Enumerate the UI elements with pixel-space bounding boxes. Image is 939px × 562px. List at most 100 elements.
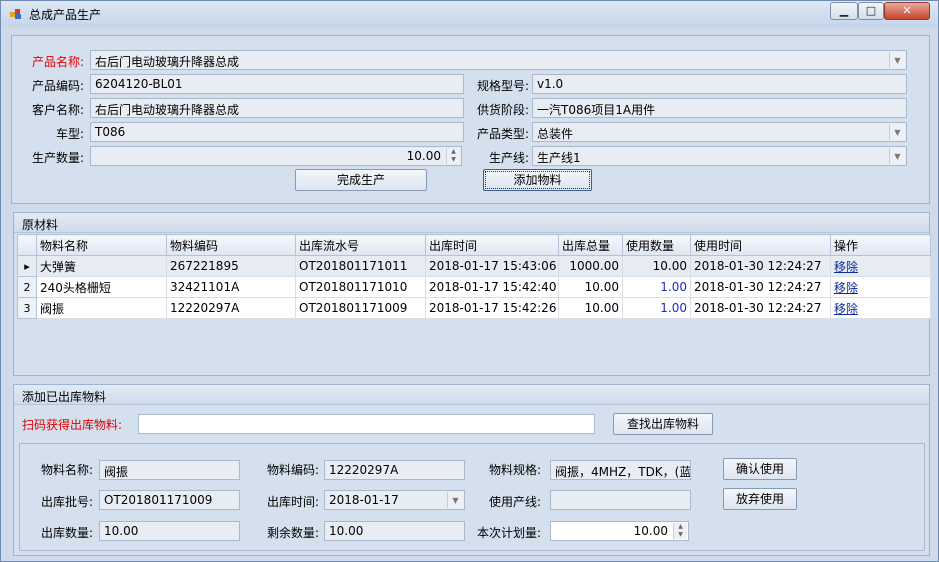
- row-marker: ▸: [17, 255, 37, 277]
- use-line-field[interactable]: [550, 490, 691, 510]
- cell-serial[interactable]: OT201801171010: [295, 276, 426, 298]
- mat-spec-field[interactable]: 阀振，4MHZ，TDK，(蓝: [550, 460, 691, 480]
- table-row[interactable]: 2 240头格栅短 32421101A OT201801171010 2018-…: [17, 276, 931, 298]
- chevron-down-icon[interactable]: ▼: [889, 52, 905, 68]
- out-qty-field[interactable]: 10.00: [99, 521, 240, 541]
- mat-name-label: 物料名称:: [40, 463, 93, 477]
- column-header[interactable]: 物料编码: [166, 234, 296, 256]
- out-time-label: 出库时间:: [266, 495, 319, 509]
- cell-use-time[interactable]: 2018-01-30 12:24:27: [690, 255, 831, 277]
- materials-header: 原材料: [14, 213, 929, 233]
- customer-field[interactable]: 右后门电动玻璃升降器总成: [90, 98, 464, 118]
- product-type-select[interactable]: 总装件 ▼: [532, 122, 907, 142]
- cell-total[interactable]: 1000.00: [558, 255, 623, 277]
- cell-name[interactable]: 大弹簧: [36, 255, 167, 277]
- close-button[interactable]: ✕: [884, 2, 930, 20]
- app-icon: [10, 9, 21, 19]
- spec-field[interactable]: v1.0: [532, 74, 907, 94]
- minimize-button[interactable]: ▁: [830, 2, 858, 20]
- cell-action: 移除: [830, 255, 931, 277]
- remove-link[interactable]: 移除: [834, 260, 858, 274]
- remain-field[interactable]: 10.00: [324, 521, 465, 541]
- cell-serial[interactable]: OT201801171011: [295, 255, 426, 277]
- mat-name-field[interactable]: 阀振: [99, 460, 240, 480]
- plan-value: 10.00: [633, 524, 668, 538]
- plan-stepper[interactable]: 10.00 ▲ ▼: [550, 521, 689, 541]
- column-header[interactable]: 出库时间: [425, 234, 559, 256]
- cell-total[interactable]: 10.00: [558, 297, 623, 319]
- cell-name[interactable]: 阀振: [36, 297, 167, 319]
- materials-panel: 原材料 物料名称 物料编码 出库流水号 出库时间 出库总量 使用数量 使用时间 …: [13, 212, 931, 376]
- out-time-picker[interactable]: 2018-01-17 ▼: [324, 490, 465, 510]
- cell-total[interactable]: 10.00: [558, 276, 623, 298]
- close-icon: ✕: [902, 4, 912, 17]
- product-type-value: 总装件: [537, 127, 574, 141]
- spec-label: 规格型号:: [476, 79, 529, 93]
- column-header[interactable]: 物料名称: [36, 234, 167, 256]
- mat-spec-label: 物料规格:: [488, 463, 541, 477]
- cell-use-time[interactable]: 2018-01-30 12:24:27: [690, 276, 831, 298]
- materials-table: 物料名称 物料编码 出库流水号 出库时间 出库总量 使用数量 使用时间 操作 ▸…: [17, 234, 931, 319]
- out-qty-label: 出库数量:: [40, 526, 93, 540]
- cell-out-time[interactable]: 2018-01-17 15:43:06: [425, 255, 559, 277]
- cell-code[interactable]: 32421101A: [166, 276, 296, 298]
- supply-stage-field[interactable]: 一汽T086项目1A用件: [532, 98, 907, 118]
- cell-used[interactable]: 10.00: [622, 255, 691, 277]
- confirm-use-button[interactable]: 确认使用: [723, 458, 797, 480]
- chevron-down-icon[interactable]: ▼: [889, 148, 905, 164]
- column-header[interactable]: 使用时间: [690, 234, 831, 256]
- discard-use-button[interactable]: 放弃使用: [723, 488, 797, 510]
- table-row[interactable]: 3 阀振 12220297A OT201801171009 2018-01-17…: [17, 297, 931, 319]
- batch-field[interactable]: OT201801171009: [99, 490, 240, 510]
- maximize-icon: □: [865, 4, 877, 17]
- add-material-button[interactable]: 添加物料: [483, 169, 592, 191]
- product-name-select[interactable]: 右后门电动玻璃升降器总成 ▼: [90, 50, 907, 70]
- product-code-field[interactable]: 6204120-BL01: [90, 74, 464, 94]
- cell-code[interactable]: 12220297A: [166, 297, 296, 319]
- remove-link[interactable]: 移除: [834, 302, 858, 316]
- column-header[interactable]: 出库流水号: [295, 234, 426, 256]
- cell-name[interactable]: 240头格栅短: [36, 276, 167, 298]
- quantity-value: 10.00: [406, 149, 441, 163]
- minimize-icon: ▁: [839, 4, 849, 17]
- cell-used[interactable]: 1.00: [622, 297, 691, 319]
- cell-action: 移除: [830, 276, 931, 298]
- maximize-button[interactable]: □: [858, 2, 884, 20]
- use-line-label: 使用产线:: [488, 495, 541, 509]
- cell-out-time[interactable]: 2018-01-17 15:42:40: [425, 276, 559, 298]
- table-row[interactable]: ▸ 大弹簧 267221895 OT201801171011 2018-01-1…: [17, 255, 931, 277]
- product-info-panel: 产品名称: 右后门电动玻璃升降器总成 ▼ 产品编码: 6204120-BL01 规…: [11, 35, 930, 204]
- row-marker: 3: [17, 297, 37, 319]
- find-material-button[interactable]: 查找出库物料: [613, 413, 713, 435]
- batch-label: 出库批号:: [40, 495, 93, 509]
- remove-link[interactable]: 移除: [834, 281, 858, 295]
- add-material-title: 添加已出库物料: [22, 390, 107, 404]
- cell-serial[interactable]: OT201801171009: [295, 297, 426, 319]
- materials-title: 原材料: [22, 218, 59, 232]
- row-marker: 2: [17, 276, 37, 298]
- chevron-down-icon[interactable]: ▼: [889, 124, 905, 140]
- cell-use-time[interactable]: 2018-01-30 12:24:27: [690, 297, 831, 319]
- model-field[interactable]: T086: [90, 122, 464, 142]
- complete-production-button[interactable]: 完成生产: [295, 169, 427, 191]
- mat-code-label: 物料编码:: [266, 463, 319, 477]
- scan-label: 扫码获得出库物料:: [22, 418, 123, 432]
- main-window: 总成产品生产 ▁ □ ✕ 产品名称: 右后门电动玻璃升降器总成 ▼ 产品编码: 6…: [0, 0, 939, 562]
- chevron-down-icon[interactable]: ▼: [447, 492, 463, 508]
- supply-stage-label: 供货阶段:: [476, 103, 529, 117]
- column-header[interactable]: 出库总量: [558, 234, 623, 256]
- material-detail-box: 物料名称: 阀振 物料编码: 12220297A 物料规格: 阀振，4MHZ，T…: [19, 443, 925, 551]
- cell-used[interactable]: 1.00: [622, 276, 691, 298]
- line-select[interactable]: 生产线1 ▼: [532, 146, 907, 166]
- line-label: 生产线:: [488, 151, 529, 165]
- mat-code-field[interactable]: 12220297A: [324, 460, 465, 480]
- cell-out-time[interactable]: 2018-01-17 15:42:26: [425, 297, 559, 319]
- column-header[interactable]: 使用数量: [622, 234, 691, 256]
- customer-label: 客户名称:: [31, 103, 84, 117]
- plan-label: 本次计划量:: [476, 526, 541, 540]
- quantity-stepper[interactable]: 10.00 ▲ ▼: [90, 146, 462, 166]
- cell-code[interactable]: 267221895: [166, 255, 296, 277]
- spinner-icon[interactable]: ▲ ▼: [673, 523, 687, 539]
- column-header[interactable]: 操作: [830, 234, 931, 256]
- scan-input[interactable]: [138, 414, 595, 434]
